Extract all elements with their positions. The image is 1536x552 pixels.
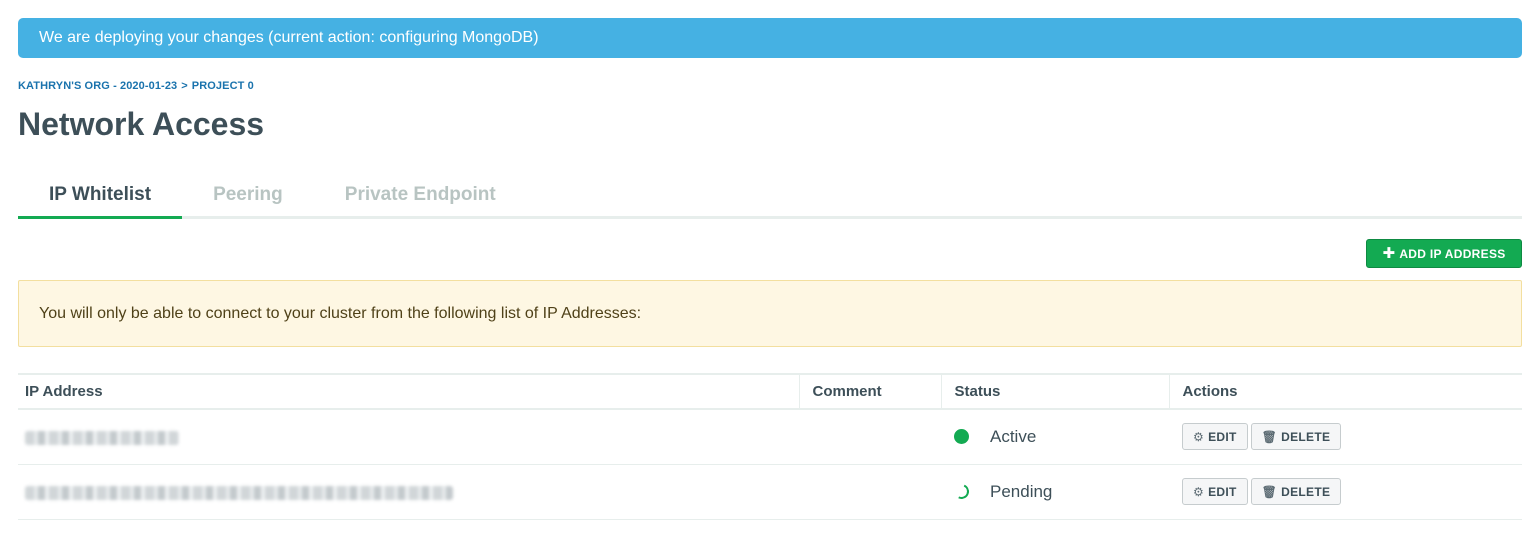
- delete-label: DELETE: [1281, 429, 1331, 444]
- table-row: Pending ⚙ EDIT 🗑 DELETE: [18, 464, 1522, 520]
- breadcrumb-org-link[interactable]: KATHRYN'S ORG - 2020-01-23: [18, 80, 177, 92]
- status-cell: Pending: [941, 464, 1169, 520]
- trash-icon: 🗑: [1261, 484, 1278, 499]
- column-header-comment: Comment: [798, 373, 941, 410]
- edit-button[interactable]: ⚙ EDIT: [1182, 423, 1248, 451]
- breadcrumb-separator: >: [181, 80, 188, 92]
- trash-icon: 🗑: [1261, 429, 1278, 444]
- ip-whitelist-notice: You will only be able to connect to your…: [18, 280, 1522, 347]
- edit-label: EDIT: [1208, 429, 1237, 444]
- network-access-page: We are deploying your changes (current a…: [0, 0, 1536, 552]
- ip-address-cell: [18, 464, 799, 520]
- gear-icon: ⚙: [1193, 429, 1205, 444]
- ip-whitelist-notice-text: You will only be able to connect to your…: [39, 305, 642, 322]
- redacted-ip-address: [25, 485, 453, 500]
- plus-icon: ✚: [1382, 245, 1396, 262]
- status-text: Active: [990, 426, 1037, 446]
- column-header-status: Status: [940, 373, 1169, 410]
- breadcrumb: KATHRYN'S ORG - 2020-01-23 > PROJECT 0: [18, 80, 254, 92]
- actions-cell: ⚙ EDIT 🗑 DELETE: [1169, 464, 1522, 520]
- table-header-row: IP Address Comment Status Actions: [18, 373, 1522, 410]
- comment-cell: [799, 409, 941, 465]
- pending-spinner-icon: [951, 481, 972, 502]
- gear-icon: ⚙: [1193, 484, 1205, 499]
- tab-private-endpoint[interactable]: Private Endpoint: [314, 176, 527, 219]
- comment-cell: [799, 464, 941, 520]
- breadcrumb-project-link[interactable]: PROJECT 0: [192, 80, 254, 92]
- edit-label: EDIT: [1208, 484, 1237, 499]
- tab-peering[interactable]: Peering: [182, 176, 314, 219]
- edit-button[interactable]: ⚙ EDIT: [1182, 478, 1248, 505]
- page-title: Network Access: [18, 106, 265, 142]
- actions-cell: ⚙ EDIT 🗑 DELETE: [1169, 409, 1522, 465]
- status-cell: Active: [941, 409, 1169, 465]
- delete-button[interactable]: 🗑 DELETE: [1250, 478, 1342, 505]
- table-row: Active ⚙ EDIT 🗑 DELETE: [18, 409, 1522, 465]
- status-text: Pending: [990, 481, 1053, 501]
- tab-ip-whitelist[interactable]: IP Whitelist: [18, 176, 183, 219]
- deployment-status-banner: We are deploying your changes (current a…: [18, 18, 1522, 58]
- column-header-actions: Actions: [1168, 373, 1522, 410]
- ip-whitelist-table: IP Address Comment Status Actions Active: [18, 373, 1522, 520]
- redacted-ip-address: [25, 430, 179, 445]
- active-dot-icon: [954, 429, 969, 445]
- column-header-ip-address: IP Address: [18, 373, 799, 410]
- add-ip-address-label: ADD IP ADDRESS: [1399, 246, 1506, 261]
- delete-button[interactable]: 🗑 DELETE: [1250, 423, 1342, 451]
- delete-label: DELETE: [1281, 484, 1331, 499]
- add-ip-address-button[interactable]: ✚ ADD IP ADDRESS: [1366, 239, 1522, 268]
- network-access-tabs: IP Whitelist Peering Private Endpoint: [18, 176, 1522, 219]
- deployment-status-text: We are deploying your changes (current a…: [39, 29, 539, 46]
- ip-address-cell: [18, 409, 799, 465]
